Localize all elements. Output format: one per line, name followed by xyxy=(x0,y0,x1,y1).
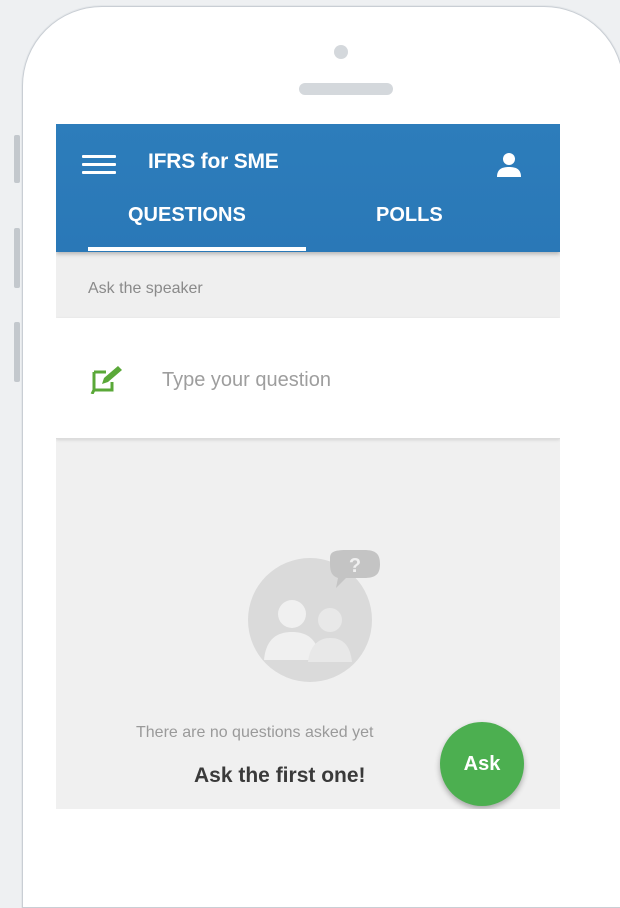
app-title: IFRS for SME xyxy=(148,150,279,173)
phone-side-button xyxy=(14,135,20,183)
hamburger-menu-icon[interactable] xyxy=(82,152,116,178)
app-screen: IFRS for SME QUESTIONS POLLS Ask the spe… xyxy=(56,124,560,809)
user-icon[interactable] xyxy=(494,150,524,180)
edit-icon xyxy=(90,366,122,394)
phone-speaker xyxy=(299,83,393,95)
empty-state-message: There are no questions asked yet xyxy=(136,724,374,741)
phone-side-button xyxy=(14,322,20,382)
ask-button[interactable]: Ask xyxy=(440,722,524,806)
ask-section-label: Ask the speaker xyxy=(88,280,203,297)
phone-side-button xyxy=(14,228,20,288)
app-bar: IFRS for SME QUESTIONS POLLS xyxy=(56,124,560,252)
tab-questions[interactable]: QUESTIONS xyxy=(128,204,246,227)
active-tab-indicator xyxy=(88,247,306,251)
tab-polls[interactable]: POLLS xyxy=(376,204,443,227)
people-question-icon: ? xyxy=(248,550,380,682)
empty-state-cta: Ask the first one! xyxy=(194,764,366,787)
phone-camera xyxy=(334,45,348,59)
question-input[interactable] xyxy=(160,364,504,396)
svg-text:?: ? xyxy=(349,555,361,577)
